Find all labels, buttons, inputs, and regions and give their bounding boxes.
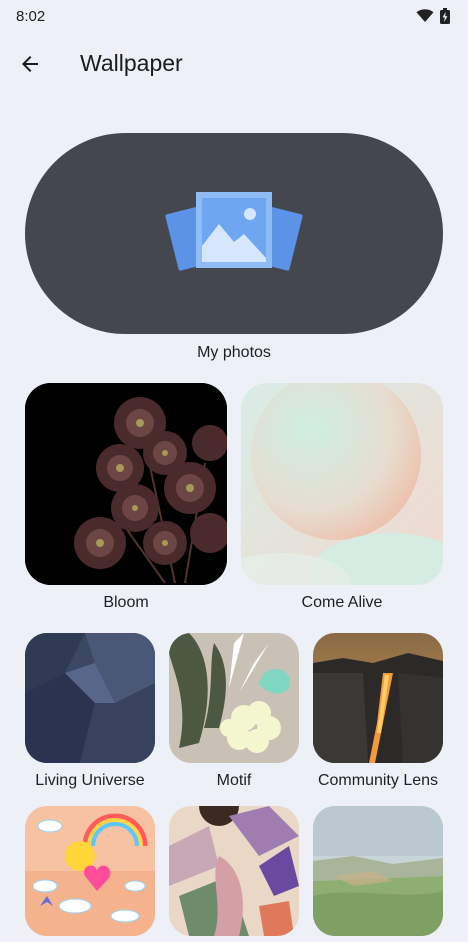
tile-community-lens-label: Community Lens xyxy=(317,772,439,789)
tile-landscapes[interactable] xyxy=(313,806,443,936)
my-photos-label: My photos xyxy=(197,344,271,361)
wifi-icon xyxy=(416,9,434,22)
page-title: Wallpaper xyxy=(80,50,183,76)
tile-bloom[interactable] xyxy=(25,383,227,585)
back-button[interactable] xyxy=(14,48,46,80)
status-time: 8:02 xyxy=(16,7,46,25)
battery-charging-icon xyxy=(440,8,450,24)
community-lens-thumbnail xyxy=(313,633,443,763)
tile-living-universe-label: Living Universe xyxy=(35,772,145,789)
arrow-back-icon xyxy=(22,56,38,72)
tile-living-universe[interactable] xyxy=(25,633,155,763)
tile-come-alive[interactable] xyxy=(241,383,443,585)
tile-motif-label: Motif xyxy=(216,772,252,789)
status-bar: 8:02 xyxy=(0,0,468,32)
living-universe-thumbnail xyxy=(25,633,155,763)
my-photos-card[interactable] xyxy=(25,133,443,334)
tile-community-lens[interactable] xyxy=(313,633,443,763)
tile-artistic[interactable] xyxy=(169,806,299,936)
bloom-thumbnail xyxy=(25,383,227,585)
status-icons xyxy=(416,8,450,24)
tile-stickers[interactable] xyxy=(25,806,155,936)
tile-come-alive-label: Come Alive xyxy=(301,594,383,611)
tile-motif[interactable] xyxy=(169,633,299,763)
stickers-thumbnail xyxy=(25,806,155,936)
come-alive-thumbnail xyxy=(241,383,443,585)
landscapes-thumbnail xyxy=(313,806,443,936)
app-bar: Wallpaper xyxy=(0,40,468,88)
motif-thumbnail xyxy=(169,633,299,763)
artistic-thumbnail xyxy=(169,806,299,936)
photo-gallery-icon xyxy=(165,191,303,271)
tile-bloom-label: Bloom xyxy=(103,594,149,611)
